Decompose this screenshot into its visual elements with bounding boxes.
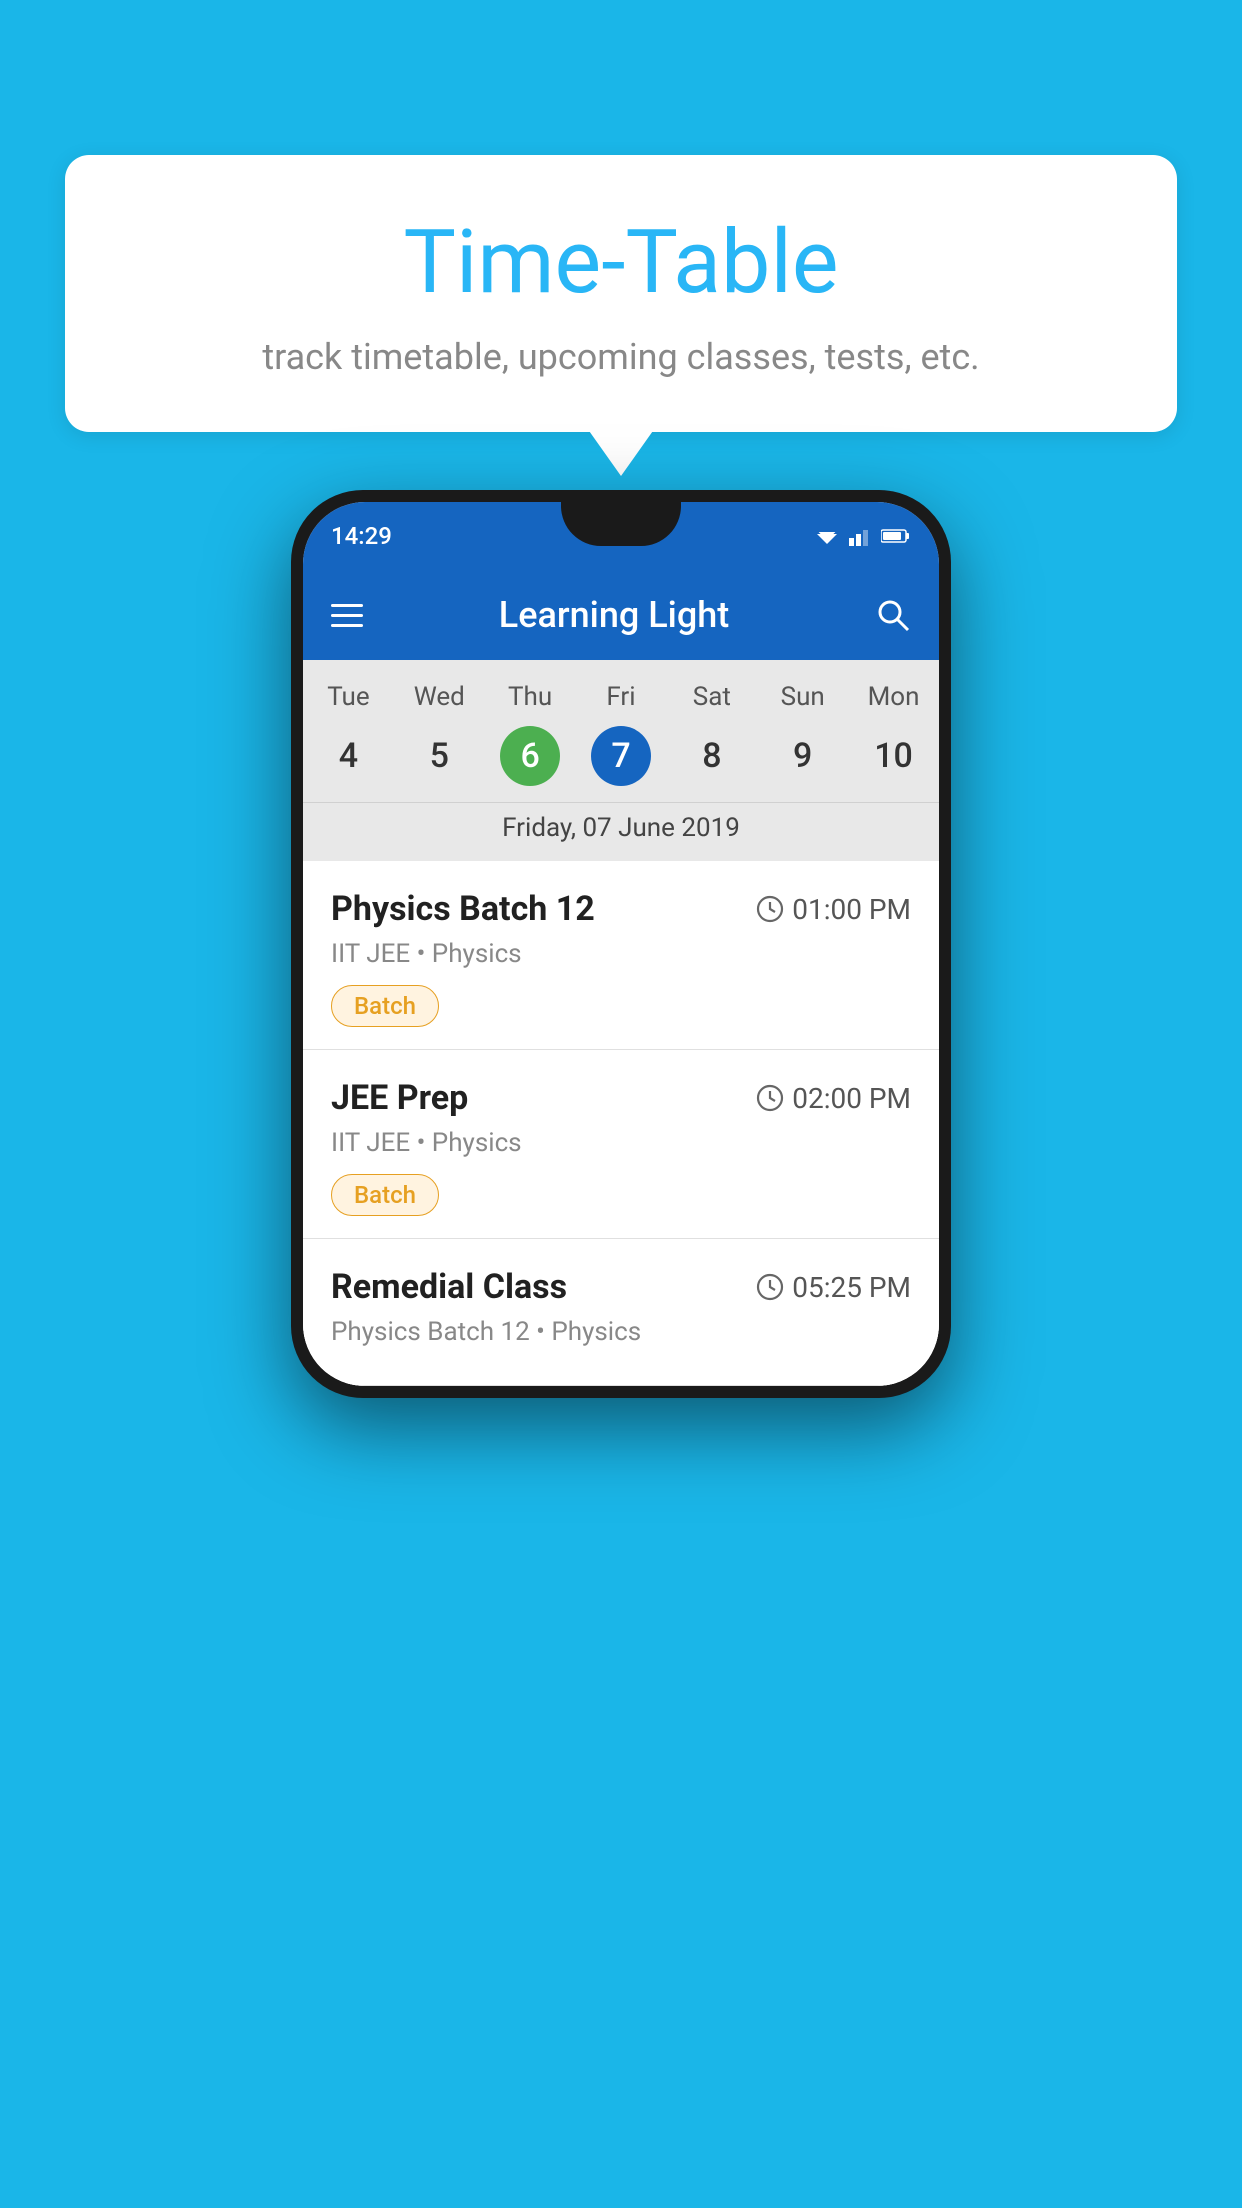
schedule-item-2-subtitle: IIT JEE • Physics [331, 1128, 911, 1158]
day-header-thu: Thu [485, 678, 576, 716]
schedule-item-3-time: 05:25 PM [756, 1271, 911, 1304]
day-9[interactable]: 9 [757, 726, 848, 786]
day-headers: Tue Wed Thu Fri Sat Sun Mon [303, 678, 939, 716]
schedule-item-2-badge: Batch [331, 1174, 439, 1216]
day-4[interactable]: 4 [303, 726, 394, 786]
selected-date-label: Friday, 07 June 2019 [303, 802, 939, 861]
day-6-today[interactable]: 6 [500, 726, 560, 786]
schedule-list: Physics Batch 12 01:00 PM IIT JEE • Phys… [303, 861, 939, 1386]
bubble-subtitle: track timetable, upcoming classes, tests… [105, 332, 1137, 382]
schedule-item-1-badge: Batch [331, 985, 439, 1027]
schedule-item-1-time-label: 01:00 PM [792, 893, 911, 926]
status-bar: 14:29 [303, 502, 939, 570]
phone-mockup: 14:29 [291, 490, 951, 1398]
phone-inner: 14:29 [303, 502, 939, 1386]
speech-bubble: Time-Table track timetable, upcoming cla… [65, 155, 1177, 432]
schedule-item-3-subtitle: Physics Batch 12 • Physics [331, 1317, 911, 1347]
schedule-item-3-title: Remedial Class [331, 1267, 567, 1307]
clock-icon-2 [756, 1084, 784, 1112]
day-header-sun: Sun [757, 678, 848, 716]
schedule-item-1-title: Physics Batch 12 [331, 889, 595, 929]
day-header-sat: Sat [666, 678, 757, 716]
schedule-item-2-title: JEE Prep [331, 1078, 468, 1118]
day-header-fri: Fri [576, 678, 667, 716]
day-7-selected[interactable]: 7 [591, 726, 651, 786]
day-header-wed: Wed [394, 678, 485, 716]
day-10[interactable]: 10 [848, 726, 939, 786]
schedule-item-1-time: 01:00 PM [756, 893, 911, 926]
bubble-title: Time-Table [105, 215, 1137, 312]
hamburger-line-3 [331, 624, 363, 627]
calendar-strip: Tue Wed Thu Fri Sat Sun Mon 4 5 6 7 8 9 … [303, 660, 939, 861]
search-icon [875, 597, 911, 633]
schedule-item-2[interactable]: JEE Prep 02:00 PM IIT JEE • Physics Batc… [303, 1050, 939, 1239]
clock-icon-3 [756, 1273, 784, 1301]
schedule-item-2-header: JEE Prep 02:00 PM [331, 1078, 911, 1118]
day-numbers: 4 5 6 7 8 9 10 [303, 726, 939, 802]
day-8[interactable]: 8 [666, 726, 757, 786]
hamburger-menu-button[interactable] [331, 604, 363, 627]
signal-icon [849, 526, 873, 546]
schedule-item-1-subtitle: IIT JEE • Physics [331, 939, 911, 969]
status-icons [813, 526, 911, 546]
app-bar-title: Learning Light [377, 594, 851, 636]
day-header-tue: Tue [303, 678, 394, 716]
speech-bubble-container: Time-Table track timetable, upcoming cla… [65, 155, 1177, 432]
phone-outer: 14:29 [291, 490, 951, 1398]
schedule-item-3[interactable]: Remedial Class 05:25 PM Physics Batch 12… [303, 1239, 939, 1386]
schedule-item-1[interactable]: Physics Batch 12 01:00 PM IIT JEE • Phys… [303, 861, 939, 1050]
status-time: 14:29 [331, 522, 392, 550]
day-header-mon: Mon [848, 678, 939, 716]
clock-icon-1 [756, 895, 784, 923]
schedule-item-2-time-label: 02:00 PM [792, 1082, 911, 1115]
schedule-item-1-header: Physics Batch 12 01:00 PM [331, 889, 911, 929]
schedule-item-3-header: Remedial Class 05:25 PM [331, 1267, 911, 1307]
day-5[interactable]: 5 [394, 726, 485, 786]
wifi-icon [813, 526, 841, 546]
hamburger-line-2 [331, 614, 363, 617]
app-bar: Learning Light [303, 570, 939, 660]
hamburger-line-1 [331, 604, 363, 607]
schedule-item-2-time: 02:00 PM [756, 1082, 911, 1115]
search-button[interactable] [875, 597, 911, 633]
notch-cutout [561, 502, 681, 546]
battery-icon [881, 528, 911, 544]
schedule-item-3-time-label: 05:25 PM [792, 1271, 911, 1304]
